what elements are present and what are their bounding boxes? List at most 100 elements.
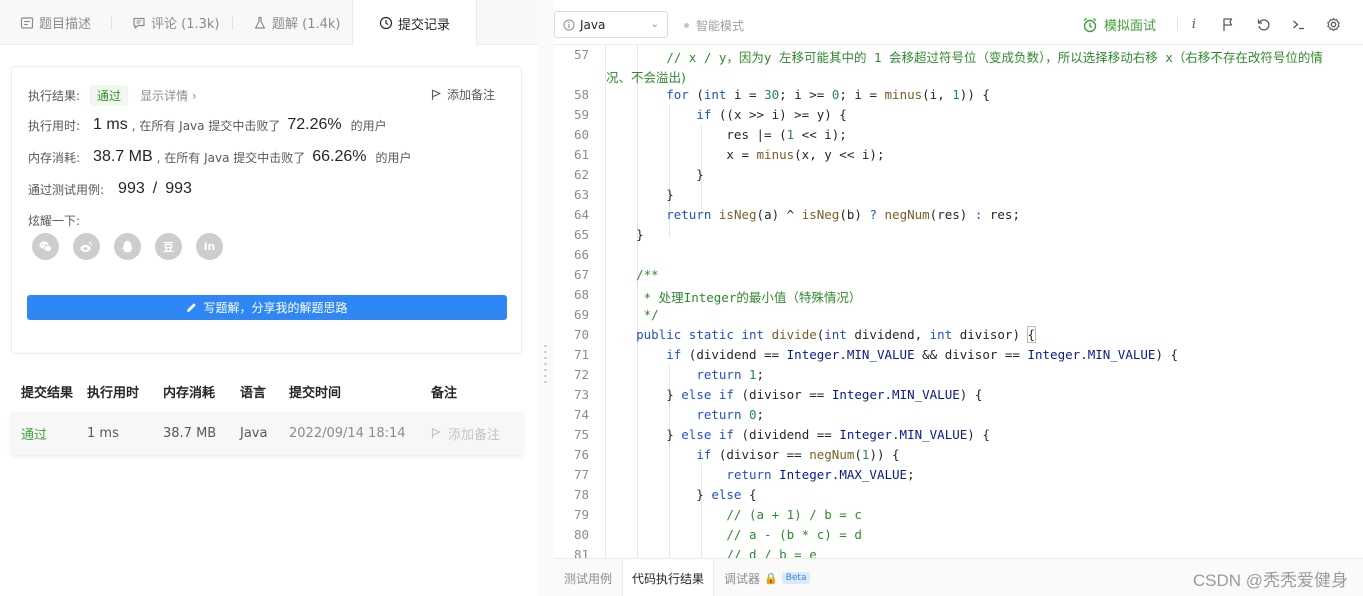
info-icon[interactable]: i — [1186, 16, 1202, 32]
row-add-note[interactable]: 添加备注 — [431, 424, 521, 443]
code-line-76: if (divisor == negNum(1)) { — [696, 447, 900, 462]
status-label: 执行结果: — [28, 89, 81, 103]
line-number: 73 — [573, 387, 589, 402]
line-number: 70 — [573, 327, 589, 342]
tab-run-result[interactable]: 代码执行结果 — [622, 559, 715, 596]
tab-test-cases[interactable]: 测试用例 — [564, 559, 612, 596]
memory-value: 38.7 MB — [93, 148, 153, 165]
code-line-81: // d / b = e — [606, 547, 817, 558]
terminal-icon[interactable] — [1290, 16, 1306, 32]
show-details-link[interactable]: 显示详情 › — [140, 87, 197, 104]
runtime-percentile: 72.26% — [287, 116, 342, 133]
tests-label: 通过测试用例: — [28, 182, 105, 197]
row-note-label: 添加备注 — [448, 428, 501, 443]
line-number-gutter: 57 58 59 60 61 62 63 64 65 66 67 68 69 70 71 72 73 74 75 76… — [554, 45, 606, 558]
wechat-icon[interactable] — [32, 233, 59, 260]
tab-debugger[interactable]: 调试器 🔒 Beta — [724, 559, 811, 596]
line-number: 58 — [573, 87, 589, 102]
code-line-58: for (int i = 30; i >= 0; i = minus(i, 1)… — [666, 87, 990, 102]
code-line-70: public static int divide(int dividend, i… — [636, 326, 1036, 343]
smart-mode-label: 智能模式 — [696, 19, 745, 33]
line-number: 60 — [573, 127, 589, 142]
line-number: 74 — [573, 407, 589, 422]
share-row-label: 炫耀一下: — [28, 212, 80, 229]
memory-beat-text: , 在所有 Java 提交中击败了 — [156, 150, 306, 165]
editor-panel: Java ⌄ 智能模式 模拟面试 i 57 58 59 60 61 62 63 64 65 66 6… — [554, 0, 1363, 596]
watermark: CSDN @秃秃爱健身 — [1192, 571, 1348, 590]
line-number: 57 — [573, 47, 589, 62]
toolbar-divider — [1177, 17, 1178, 31]
row-runtime: 1 ms — [87, 426, 119, 441]
header-runtime: 执行用时 — [87, 385, 140, 401]
runtime-beat-text: , 在所有 Java 提交中击败了 — [131, 118, 281, 133]
write-solution-button[interactable]: 写题解，分享我的解题思路 — [27, 295, 507, 320]
tab-solutions-label: 题解 (1.4k) — [272, 17, 341, 32]
submissions-table: 提交结果 执行用时 内存消耗 语言 提交时间 备注 通过 1 ms 38.7 M… — [11, 370, 538, 455]
settings-gear-icon[interactable] — [1325, 16, 1341, 32]
line-number: 63 — [573, 187, 589, 202]
tab-description[interactable]: 题目描述 — [20, 0, 91, 45]
reset-icon[interactable] — [1255, 16, 1271, 32]
tab-divider — [111, 16, 112, 30]
tab-solutions[interactable]: 题解 (1.4k) — [253, 0, 340, 45]
table-row[interactable]: 通过 1 ms 38.7 MB Java 2022/09/14 18:14 添加… — [11, 412, 523, 455]
mock-interview-button[interactable]: 模拟面试 — [1082, 15, 1156, 34]
tab-comments[interactable]: 评论 (1.3k) — [132, 0, 219, 45]
header-result: 提交结果 — [21, 385, 74, 401]
douban-icon[interactable]: 豆 — [155, 233, 182, 260]
runtime-suffix: 的用户 — [350, 118, 387, 133]
code-editor[interactable]: 57 58 59 60 61 62 63 64 65 66 67 68 69 70 71 72 73 74 75 76… — [554, 45, 1363, 558]
tab-comments-label: 评论 (1.3k) — [151, 17, 220, 32]
tab-submissions[interactable]: 提交记录 — [352, 0, 478, 46]
code-line-77: return Integer.MAX_VALUE; — [726, 467, 915, 482]
flag-icon[interactable] — [1220, 16, 1236, 32]
code-line-73: } else if (divisor == Integer.MIN_VALUE)… — [606, 387, 983, 402]
flag-icon — [431, 89, 441, 100]
add-note-label: 添加备注 — [446, 88, 495, 102]
left-tab-bar: 题目描述 评论 (1.3k) 题解 (1.4k) 提交记录 — [0, 0, 538, 46]
row-memory: 38.7 MB — [163, 426, 217, 441]
memory-row: 内存消耗: 38.7 MB , 在所有 Java 提交中击败了 66.26% 的… — [28, 148, 412, 166]
panel-resize-handle[interactable] — [538, 0, 554, 596]
code-line-68: * 处理Integer的最小值（特殊情况） — [606, 290, 862, 305]
line-number: 72 — [573, 367, 589, 382]
line-number: 68 — [573, 287, 589, 302]
smart-mode-toggle[interactable]: 智能模式 — [684, 17, 744, 34]
language-value: Java — [580, 17, 606, 32]
code-line-60: res |= (1 << i); — [606, 127, 847, 142]
code-line-57-wrap: 况、不会溢出) — [606, 70, 686, 85]
header-note: 备注 — [431, 385, 458, 401]
flask-icon — [254, 16, 266, 29]
line-number: 69 — [573, 307, 589, 322]
info-circle-icon — [563, 19, 575, 30]
code-line-64: return isNeg(a) ^ isNeg(b) ? negNum(res)… — [666, 207, 1020, 222]
code-line-74: return 0; — [696, 407, 765, 422]
mock-interview-label: 模拟面试 — [1104, 19, 1157, 34]
tests-passed: 993 — [118, 180, 145, 197]
row-result[interactable]: 通过 — [11, 424, 87, 443]
line-number: 75 — [573, 427, 589, 442]
tests-row: 通过测试用例: 993 / 993 — [28, 180, 196, 198]
code-line-63: } — [606, 187, 674, 202]
share-buttons: 豆 in — [32, 233, 223, 260]
memory-label: 内存消耗: — [28, 150, 81, 165]
tab-description-label: 题目描述 — [39, 17, 92, 32]
qq-icon[interactable] — [114, 233, 141, 260]
line-number: 71 — [573, 347, 589, 362]
linkedin-icon[interactable]: in — [196, 233, 223, 260]
code-line-78: } else { — [606, 487, 757, 502]
code-line-65: } — [606, 227, 644, 242]
memory-percentile: 66.26% — [312, 148, 367, 165]
code-line-71: if (dividend == Integer.MIN_VALUE && div… — [666, 347, 1179, 362]
code-line-62: } — [606, 167, 704, 182]
clock-icon — [379, 16, 393, 30]
code-line-80: // a - (b * c) = d — [606, 527, 862, 542]
status-row: 执行结果: 通过 显示详情 › — [28, 85, 197, 106]
weibo-icon[interactable] — [73, 233, 100, 260]
status-dot-icon — [684, 23, 689, 28]
language-select[interactable]: Java ⌄ — [554, 11, 668, 38]
add-note-button[interactable]: 添加备注 — [431, 86, 495, 103]
row-time: 2022/09/14 18:14 — [289, 426, 406, 441]
code-line-72: return 1; — [696, 367, 765, 382]
